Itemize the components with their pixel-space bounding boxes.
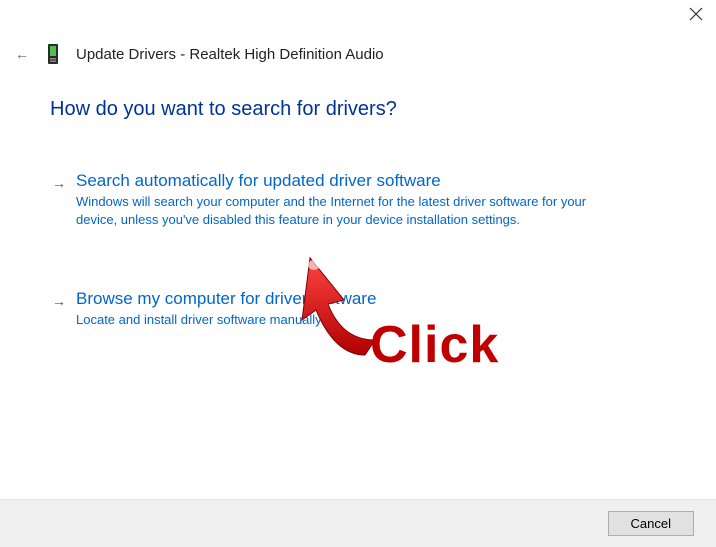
back-arrow-icon: ← [15, 46, 29, 62]
back-button[interactable]: ← [14, 46, 30, 62]
close-button[interactable] [688, 6, 704, 22]
header-row: ← Update Drivers - Realtek High Definiti… [14, 43, 384, 65]
option-title: Browse my computer for driver software [76, 289, 666, 309]
option-browse-computer[interactable]: → Browse my computer for driver software… [50, 289, 666, 329]
content-area: How do you want to search for drivers? →… [50, 98, 666, 390]
page-heading: How do you want to search for drivers? [50, 98, 666, 121]
option-description: Locate and install driver software manua… [76, 311, 616, 329]
arrow-right-icon: → [52, 293, 66, 309]
option-title: Search automatically for updated driver … [76, 171, 666, 191]
window-title: Update Drivers - Realtek High Definition… [76, 46, 384, 63]
option-body: Browse my computer for driver software L… [76, 289, 666, 329]
option-body: Search automatically for updated driver … [76, 171, 666, 229]
device-icon [44, 43, 62, 65]
option-search-automatically[interactable]: → Search automatically for updated drive… [50, 171, 666, 229]
arrow-right-icon: → [52, 175, 66, 191]
close-icon [688, 6, 704, 22]
option-description: Windows will search your computer and th… [76, 193, 616, 229]
cancel-button[interactable]: Cancel [608, 511, 694, 536]
footer-bar: Cancel [0, 499, 716, 547]
titlebar [0, 0, 716, 30]
